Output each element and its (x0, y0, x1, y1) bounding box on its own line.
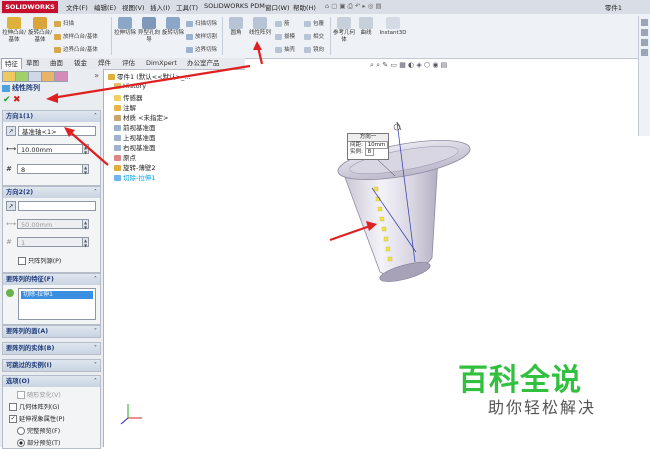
pattern-instance (385, 246, 391, 252)
pattern-instance (373, 186, 379, 192)
callout-instances-row: 实例: 8 (348, 148, 388, 156)
file-explorer-icon[interactable] (641, 39, 648, 46)
watermark-subtitle: 助你轻松解决 (488, 398, 597, 417)
callout-instances-value[interactable]: 8 (364, 148, 375, 156)
pattern-instance (381, 226, 387, 232)
annotation-arrows (46, 41, 377, 242)
pattern-instance (377, 206, 383, 212)
pattern-instance (387, 256, 393, 262)
annotation-arrow (51, 64, 251, 100)
task-pane-strip (638, 16, 650, 136)
watermark-title: 百科全说 (458, 363, 582, 398)
annotation-arrow (69, 131, 109, 166)
annotation-arrow (329, 224, 371, 242)
appearance-icon[interactable] (641, 49, 648, 56)
library-icon[interactable] (641, 29, 648, 36)
arrow-head (46, 93, 58, 103)
coordinate-triad (120, 404, 142, 425)
pattern-instance (379, 216, 385, 222)
pattern-instance (383, 236, 389, 242)
home-icon[interactable] (641, 19, 648, 26)
arrow-head (253, 41, 262, 50)
pattern-callout[interactable]: 方向一 间距: 10mm 实例: 8 (347, 133, 389, 160)
